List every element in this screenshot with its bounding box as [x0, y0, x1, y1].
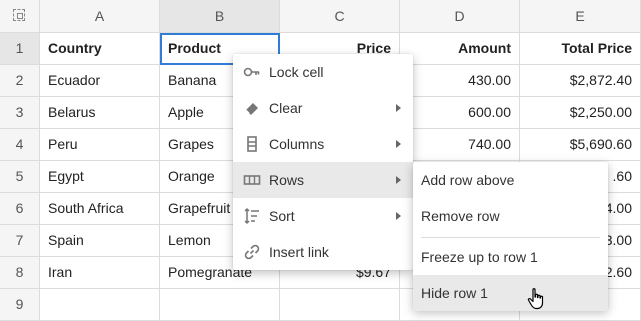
link-icon	[244, 244, 260, 260]
menu-item-label: Freeze up to row 1	[421, 249, 538, 265]
columns-icon	[247, 136, 257, 152]
cell[interactable]: Belarus	[40, 97, 160, 128]
cell[interactable]: South Africa	[40, 193, 160, 224]
row-header[interactable]: 2	[0, 65, 40, 96]
cell[interactable]: 430.00	[400, 65, 520, 96]
column-header-c[interactable]: C	[280, 0, 400, 32]
menu-item-freeze-up-to-row[interactable]: Freeze up to row 1	[413, 239, 608, 275]
menu-item-rows[interactable]: Rows	[233, 162, 413, 198]
row-header[interactable]: 6	[0, 193, 40, 224]
eraser-icon	[245, 103, 258, 115]
context-menu: Lock cell Clear Columns Rows Sort Insert…	[233, 54, 413, 270]
cell[interactable]: Iran	[40, 257, 160, 288]
menu-item-remove-row[interactable]: Remove row	[413, 198, 608, 234]
menu-item-label: Hide row 1	[421, 285, 488, 301]
select-all-corner[interactable]	[0, 0, 40, 32]
menu-item-label: Clear	[269, 100, 303, 116]
menu-item-hide-row[interactable]: Hide row 1	[413, 275, 608, 311]
row-header[interactable]: 4	[0, 129, 40, 160]
cell[interactable]: $5,690.60	[520, 129, 641, 160]
menu-item-label: Remove row	[421, 208, 500, 224]
menu-item-label: Columns	[269, 136, 325, 152]
column-header-a[interactable]: A	[40, 0, 160, 32]
chevron-right-icon	[396, 140, 401, 148]
column-header-d[interactable]: D	[400, 0, 520, 32]
select-all-icon	[13, 9, 25, 21]
cell[interactable]: 740.00	[400, 129, 520, 160]
rows-icon	[243, 175, 261, 185]
menu-item-clear[interactable]: Clear	[233, 90, 413, 126]
menu-item-add-row-above[interactable]: Add row above	[413, 162, 608, 198]
column-header-b[interactable]: B	[160, 0, 280, 32]
row-header[interactable]: 3	[0, 97, 40, 128]
menu-item-label: Rows	[269, 172, 305, 188]
row-header[interactable]: 7	[0, 225, 40, 256]
cell[interactable]: Amount	[400, 33, 520, 64]
cell[interactable]: Spain	[40, 225, 160, 256]
cell[interactable]: Ecuador	[40, 65, 160, 96]
chevron-right-icon	[396, 212, 401, 220]
rows-submenu: Add row above Remove row Freeze up to ro…	[413, 162, 608, 311]
row-header[interactable]: 8	[0, 257, 40, 288]
row-header[interactable]: 9	[0, 289, 40, 320]
chevron-right-icon	[396, 176, 401, 184]
column-header-e[interactable]: E	[520, 0, 641, 32]
menu-item-lock-cell[interactable]: Lock cell	[233, 54, 413, 90]
sort-icon	[244, 207, 259, 225]
cell[interactable]: $2,250.00	[520, 97, 641, 128]
menu-divider	[421, 237, 600, 238]
cell[interactable]: Peru	[40, 129, 160, 160]
chevron-right-icon	[396, 104, 401, 112]
menu-item-label: Sort	[269, 208, 295, 224]
cell[interactable]: Country	[40, 33, 160, 64]
cell[interactable]: Egypt	[40, 161, 160, 192]
hand-cursor-icon	[527, 288, 544, 310]
cell[interactable]	[40, 289, 160, 320]
cell[interactable]: $2,872.40	[520, 65, 641, 96]
menu-item-label: Lock cell	[269, 64, 324, 80]
menu-item-label: Insert link	[269, 244, 329, 260]
menu-item-sort[interactable]: Sort	[233, 198, 413, 234]
column-header-row: A B C D E	[0, 0, 641, 33]
row-header[interactable]: 5	[0, 161, 40, 192]
menu-item-columns[interactable]: Columns	[233, 126, 413, 162]
menu-item-insert-link[interactable]: Insert link	[233, 234, 413, 270]
row-header[interactable]: 1	[0, 33, 40, 64]
cell[interactable]: Total Price	[520, 33, 641, 64]
cell[interactable]	[160, 289, 280, 320]
cell[interactable]: 600.00	[400, 97, 520, 128]
key-icon	[243, 67, 260, 77]
cell[interactable]	[280, 289, 400, 320]
menu-item-label: Add row above	[421, 172, 515, 188]
